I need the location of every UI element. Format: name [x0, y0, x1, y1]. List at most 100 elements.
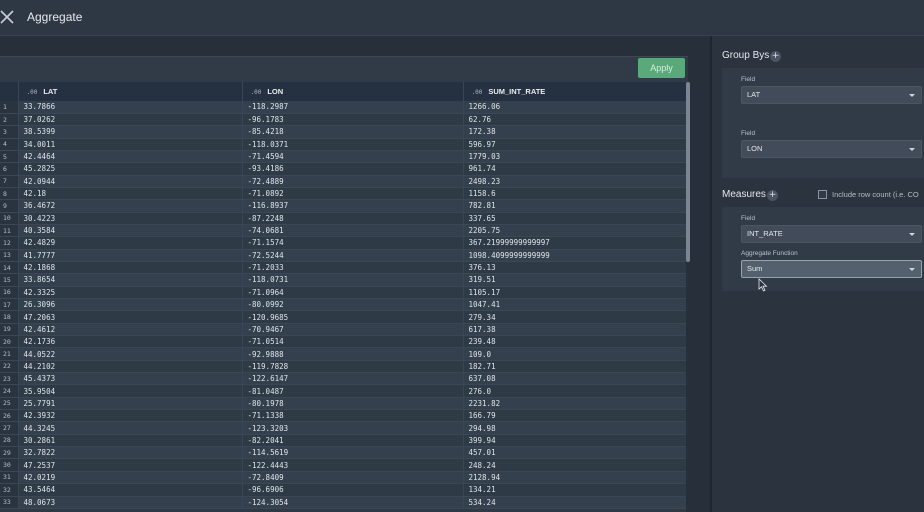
- table-cell[interactable]: 134.21: [463, 483, 686, 496]
- table-row[interactable]: 14 42.1868 -71.2033 376.13: [0, 261, 686, 274]
- table-cell[interactable]: 30.2861: [18, 434, 243, 447]
- table-cell[interactable]: 42.4464: [18, 150, 243, 163]
- column-header-lat[interactable]: .00 LAT: [18, 82, 243, 101]
- table-cell[interactable]: -118.0371: [242, 138, 464, 151]
- table-cell[interactable]: -70.9467: [242, 323, 464, 336]
- table-cell[interactable]: 2498.23: [463, 175, 686, 188]
- table-row[interactable]: 18 47.2063 -120.9685 279.34: [0, 310, 686, 324]
- table-row[interactable]: 28 30.2861 -82.2041 399.94: [0, 434, 686, 447]
- table-row[interactable]: 5 42.4464 -71.4594 1779.03: [0, 150, 686, 163]
- table-cell[interactable]: 42.4829: [18, 236, 243, 250]
- table-cell[interactable]: 279.34: [463, 310, 686, 324]
- table-cell[interactable]: -81.0487: [242, 384, 464, 398]
- table-cell[interactable]: 42.3325: [18, 286, 243, 299]
- table-cell[interactable]: -93.4186: [242, 162, 464, 176]
- table-row[interactable]: 10 30.4223 -87.2248 337.65: [0, 212, 686, 225]
- table-cell[interactable]: 47.2063: [18, 310, 243, 324]
- table-cell[interactable]: 30.4223: [18, 212, 243, 225]
- table-cell[interactable]: 294.98: [463, 421, 686, 435]
- table-row[interactable]: 8 42.18 -71.0892 1158.6: [0, 187, 686, 200]
- vertical-scrollbar[interactable]: [686, 82, 690, 262]
- table-cell[interactable]: 182.71: [463, 360, 686, 373]
- table-row[interactable]: 33 48.0673 -124.3054 534.24: [0, 496, 686, 509]
- table-cell[interactable]: -71.1338: [242, 409, 464, 422]
- table-cell[interactable]: 2231.82: [463, 397, 686, 410]
- table-cell[interactable]: 44.2102: [18, 360, 243, 373]
- table-cell[interactable]: 1105.17: [463, 286, 686, 299]
- group-field-select-2[interactable]: LON: [741, 140, 922, 158]
- table-row[interactable]: 20 42.1736 -71.0514 239.48: [0, 335, 686, 348]
- table-cell[interactable]: 42.0219: [18, 471, 243, 484]
- table-cell[interactable]: 596.97: [463, 138, 686, 151]
- table-cell[interactable]: -96.6906: [242, 483, 464, 496]
- table-cell[interactable]: 25.7791: [18, 397, 243, 410]
- group-field-select-1[interactable]: LAT: [741, 86, 922, 104]
- table-cell[interactable]: -96.1783: [242, 113, 464, 126]
- table-cell[interactable]: 37.0262: [18, 113, 243, 126]
- add-measure-icon[interactable]: +: [767, 190, 778, 201]
- table-cell[interactable]: -124.3054: [242, 496, 464, 509]
- table-cell[interactable]: -80.0992: [242, 298, 464, 311]
- table-cell[interactable]: 40.3584: [18, 224, 243, 237]
- table-cell[interactable]: -72.4889: [242, 175, 464, 188]
- data-grid[interactable]: .00 LAT .00 LON .00 SUM_INT_RATE 1 33.7866 -1…: [0, 82, 686, 512]
- table-cell[interactable]: 48.0673: [18, 496, 243, 509]
- table-cell[interactable]: -71.2033: [242, 261, 464, 274]
- table-cell[interactable]: 109.0: [463, 347, 686, 361]
- table-cell[interactable]: 367.21999999999997: [463, 236, 686, 250]
- table-cell[interactable]: 399.94: [463, 434, 686, 447]
- table-cell[interactable]: 2205.75: [463, 224, 686, 237]
- table-row[interactable]: 2 37.0262 -96.1783 62.76: [0, 113, 686, 126]
- table-cell[interactable]: 337.65: [463, 212, 686, 225]
- table-cell[interactable]: 1266.06: [463, 101, 686, 114]
- table-cell[interactable]: -120.9685: [242, 310, 464, 324]
- table-cell[interactable]: 239.48: [463, 335, 686, 348]
- table-row[interactable]: 23 45.4373 -122.6147 637.08: [0, 372, 686, 385]
- table-row[interactable]: 7 42.0944 -72.4889 2498.23: [0, 175, 686, 188]
- table-row[interactable]: 16 42.3325 -71.0964 1105.17: [0, 286, 686, 299]
- table-cell[interactable]: 319.51: [463, 273, 686, 287]
- add-group-by-icon[interactable]: +: [770, 51, 781, 62]
- table-row[interactable]: 13 41.7777 -72.5244 1098.4099999999999: [0, 249, 686, 262]
- table-cell[interactable]: -71.4594: [242, 150, 464, 163]
- table-row[interactable]: 27 44.3245 -123.3203 294.98: [0, 421, 686, 435]
- table-cell[interactable]: 33.7866: [18, 101, 243, 114]
- table-row[interactable]: 24 35.9504 -81.0487 276.0: [0, 384, 686, 398]
- table-row[interactable]: 17 26.3096 -80.0992 1047.41: [0, 298, 686, 311]
- table-row[interactable]: 3 38.5399 -85.4218 172.38: [0, 125, 686, 139]
- table-cell[interactable]: 38.5399: [18, 125, 243, 139]
- table-cell[interactable]: 42.1736: [18, 335, 243, 348]
- table-cell[interactable]: 43.5464: [18, 483, 243, 496]
- table-cell[interactable]: 44.3245: [18, 421, 243, 435]
- table-cell[interactable]: -119.7828: [242, 360, 464, 373]
- table-cell[interactable]: 45.2825: [18, 162, 243, 176]
- table-row[interactable]: 32 43.5464 -96.6906 134.21: [0, 483, 686, 496]
- table-cell[interactable]: -123.3203: [242, 421, 464, 435]
- table-cell[interactable]: -122.4443: [242, 458, 464, 472]
- table-cell[interactable]: 33.8654: [18, 273, 243, 287]
- table-cell[interactable]: -118.2987: [242, 101, 464, 114]
- apply-button[interactable]: Apply: [638, 58, 685, 78]
- aggregate-function-select[interactable]: Sum: [741, 260, 922, 278]
- table-cell[interactable]: -82.2041: [242, 434, 464, 447]
- table-row[interactable]: 29 32.7822 -114.5619 457.01: [0, 446, 686, 459]
- table-cell[interactable]: -71.0964: [242, 286, 464, 299]
- table-row[interactable]: 31 42.0219 -72.8409 2128.94: [0, 471, 686, 484]
- table-cell[interactable]: 534.24: [463, 496, 686, 509]
- table-cell[interactable]: 1098.4099999999999: [463, 249, 686, 262]
- table-cell[interactable]: 45.4373: [18, 372, 243, 385]
- measure-field-select[interactable]: INT_RATE: [741, 225, 922, 243]
- table-cell[interactable]: 34.0011: [18, 138, 243, 151]
- table-cell[interactable]: 637.08: [463, 372, 686, 385]
- table-cell[interactable]: 41.7777: [18, 249, 243, 262]
- table-cell[interactable]: -71.0892: [242, 187, 464, 200]
- column-header-sum-int-rate[interactable]: .00 SUM_INT_RATE: [463, 82, 686, 101]
- table-row[interactable]: 25 25.7791 -80.1978 2231.82: [0, 397, 686, 410]
- table-row[interactable]: 30 47.2537 -122.4443 248.24: [0, 458, 686, 472]
- table-cell[interactable]: -74.0681: [242, 224, 464, 237]
- table-cell[interactable]: 782.81: [463, 199, 686, 213]
- table-cell[interactable]: -85.4218: [242, 125, 464, 139]
- table-cell[interactable]: 276.0: [463, 384, 686, 398]
- table-cell[interactable]: 42.4612: [18, 323, 243, 336]
- table-cell[interactable]: 36.4672: [18, 199, 243, 213]
